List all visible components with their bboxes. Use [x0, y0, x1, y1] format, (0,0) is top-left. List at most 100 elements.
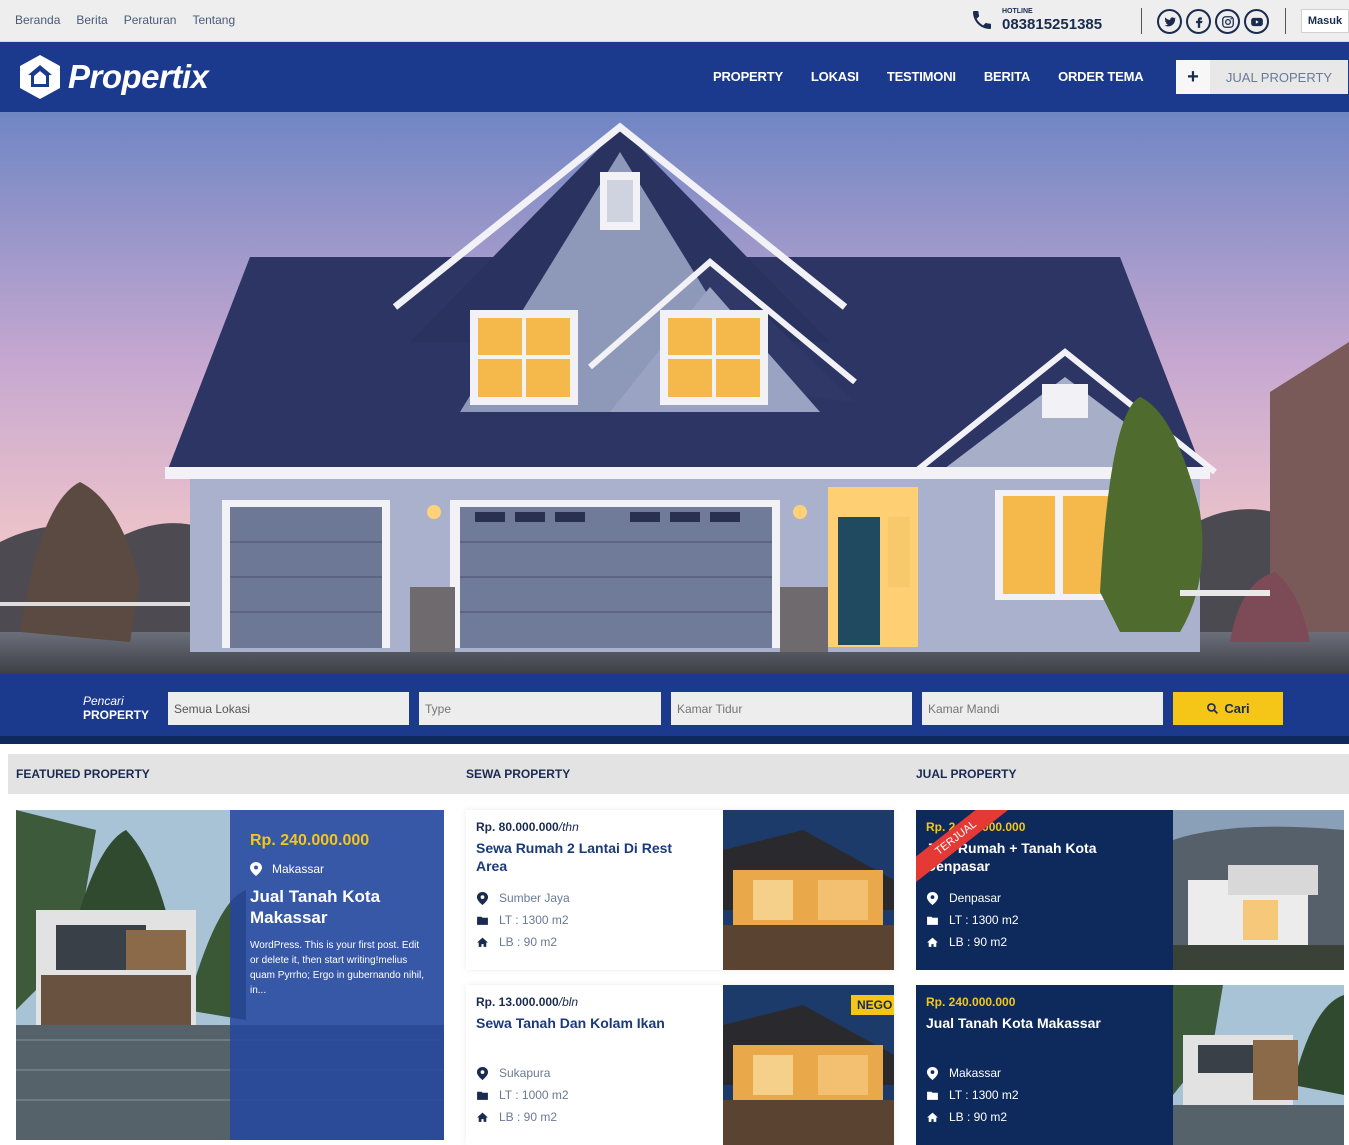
bathroom-select[interactable]: [922, 692, 1163, 725]
nav-item-lokasi[interactable]: LOKASI: [811, 69, 859, 84]
featured-title[interactable]: Jual Tanah Kota Makassar: [250, 886, 424, 928]
card-building-area: LB : 90 m2: [926, 931, 1156, 953]
search-bar: Pencari PROPERTY Cari: [0, 674, 1349, 744]
nav-item-order-tema[interactable]: ORDER TEMA: [1058, 69, 1144, 84]
card-location: Sumber Jaya: [476, 887, 706, 909]
hotline-number[interactable]: 083815251385: [1002, 16, 1102, 33]
card-building-area-text: LB : 90 m2: [499, 935, 558, 949]
price-period: /bln: [558, 995, 579, 1009]
facebook-icon[interactable]: [1186, 9, 1211, 34]
property-thumbnail: [1173, 810, 1344, 970]
card-title[interactable]: Sewa Tanah Dan Kolam Ikan: [476, 1014, 706, 1050]
twitter-icon[interactable]: [1157, 9, 1182, 34]
featured-card[interactable]: Rp. 240.000.000 Makassar Jual Tanah Kota…: [16, 810, 444, 1140]
featured-info: Rp. 240.000.000 Makassar Jual Tanah Kota…: [230, 810, 444, 1140]
price-value: Rp. 80.000.000: [476, 820, 559, 834]
card-land-area: LT : 1300 m2: [926, 909, 1156, 931]
card-location: Denpasar: [926, 887, 1156, 909]
rent-card[interactable]: Rp. 13.000.000/bln Sewa Tanah Dan Kolam …: [466, 985, 894, 1145]
nav-item-property[interactable]: PROPERTY: [713, 69, 783, 84]
rent-heading: SEWA PROPERTY: [466, 767, 571, 781]
card-land-area: LT : 1300 m2: [476, 909, 706, 931]
card-title[interactable]: Sewa Rumah 2 Lantai Di Rest Area: [476, 839, 706, 875]
location-select[interactable]: [168, 692, 409, 725]
top-link-tentang[interactable]: Tentang: [192, 13, 235, 27]
card-price: Rp. 80.000.000/thn: [476, 820, 706, 834]
home-icon: [477, 1112, 488, 1122]
home-icon: [927, 937, 938, 947]
top-link-beranda[interactable]: Beranda: [15, 13, 60, 27]
instagram-icon[interactable]: [1215, 9, 1240, 34]
folder-icon: [477, 1091, 488, 1100]
top-link-berita[interactable]: Berita: [76, 13, 107, 27]
house-logo-icon: [20, 55, 60, 99]
nav-item-berita[interactable]: BERITA: [984, 69, 1030, 84]
social-links: [1157, 9, 1269, 34]
divider: [1285, 8, 1286, 34]
map-pin-icon: [250, 862, 262, 876]
type-select[interactable]: [419, 692, 661, 725]
divider: [1141, 8, 1142, 34]
sale-heading: JUAL PROPERTY: [916, 767, 1017, 781]
map-pin-icon: [476, 891, 489, 905]
bedroom-select[interactable]: [671, 692, 912, 725]
hotline[interactable]: HOTLINE 083815251385: [970, 7, 1102, 33]
folder-icon: [477, 916, 488, 925]
featured-heading: FEATURED PROPERTY: [16, 767, 150, 781]
property-thumbnail: [723, 810, 894, 970]
card-price: Rp. 240.000.000: [926, 995, 1016, 1009]
card-meta: Sukapura LT : 1000 m2 LB : 90 m2: [476, 1062, 706, 1128]
sale-card[interactable]: Rp. 2.000.000.000 Jual Rumah + Tanah Kot…: [916, 810, 1344, 970]
card-land-area: LT : 1300 m2: [926, 1084, 1156, 1106]
nav-item-testimoni[interactable]: TESTIMONI: [887, 69, 956, 84]
property-thumbnail: [1173, 985, 1344, 1145]
card-land-area-text: LT : 1300 m2: [499, 913, 569, 927]
brand-logo[interactable]: Propertix: [18, 53, 209, 101]
home-icon: [927, 1112, 938, 1122]
search-button-label: Cari: [1224, 701, 1250, 716]
search-label-top: Pencari: [83, 694, 124, 708]
search-button[interactable]: Cari: [1173, 692, 1283, 725]
card-price: Rp. 13.000.000/bln: [476, 995, 706, 1009]
map-pin-icon: [926, 1066, 939, 1080]
youtube-icon[interactable]: [1244, 9, 1269, 34]
search-label: Pencari PROPERTY: [83, 694, 149, 722]
search-icon: [1207, 703, 1219, 714]
card-location: Makassar: [926, 1062, 1156, 1084]
rent-card-info: Rp. 80.000.000/thn Sewa Rumah 2 Lantai D…: [476, 820, 706, 953]
sell-property-button[interactable]: + JUAL PROPERTY: [1176, 60, 1348, 94]
nego-badge: NEGO: [851, 995, 894, 1015]
card-land-area-text: LT : 1300 m2: [949, 913, 1019, 927]
card-land-area-text: LT : 1300 m2: [949, 1088, 1019, 1102]
price-period: /thn: [558, 820, 579, 834]
featured-location: Makassar: [250, 862, 424, 876]
phone-icon: [973, 11, 991, 29]
home-icon: [477, 937, 488, 947]
card-building-area-text: LB : 90 m2: [949, 1110, 1008, 1124]
section-headers: FEATURED PROPERTY SEWA PROPERTY JUAL PRO…: [8, 754, 1349, 794]
map-pin-icon: [476, 1066, 489, 1080]
map-pin-icon: [926, 891, 939, 905]
card-land-area-text: LT : 1000 m2: [499, 1088, 569, 1102]
rent-card[interactable]: Rp. 80.000.000/thn Sewa Rumah 2 Lantai D…: [466, 810, 894, 970]
top-link-peraturan[interactable]: Peraturan: [124, 13, 177, 27]
card-location-text: Denpasar: [949, 891, 1002, 905]
card-building-area-text: LB : 90 m2: [499, 1110, 558, 1124]
top-bar: Beranda Berita Peraturan Tentang HOTLINE…: [0, 0, 1349, 42]
card-building-area: LB : 90 m2: [926, 1106, 1156, 1128]
sell-property-label: JUAL PROPERTY: [1225, 69, 1333, 85]
hero-image: [0, 112, 1349, 674]
rent-card-info: Rp. 13.000.000/bln Sewa Tanah Dan Kolam …: [476, 995, 706, 1128]
brand-name: Propertix: [68, 58, 209, 95]
featured-location-text: Makassar: [272, 862, 325, 876]
hotline-label: HOTLINE: [1002, 7, 1033, 15]
price-value: Rp. 13.000.000: [476, 995, 559, 1009]
card-title[interactable]: Jual Tanah Kota Makassar: [926, 1014, 1156, 1050]
card-location-text: Sumber Jaya: [499, 891, 570, 905]
login-button[interactable]: Masuk: [1301, 9, 1349, 33]
sale-card[interactable]: Rp. 240.000.000 Jual Tanah Kota Makassar…: [916, 985, 1344, 1145]
folder-icon: [927, 1091, 938, 1100]
card-building-area: LB : 90 m2: [476, 931, 706, 953]
main-nav: Propertix PROPERTY LOKASI TESTIMONI BERI…: [0, 42, 1349, 112]
card-building-area-text: LB : 90 m2: [949, 935, 1008, 949]
